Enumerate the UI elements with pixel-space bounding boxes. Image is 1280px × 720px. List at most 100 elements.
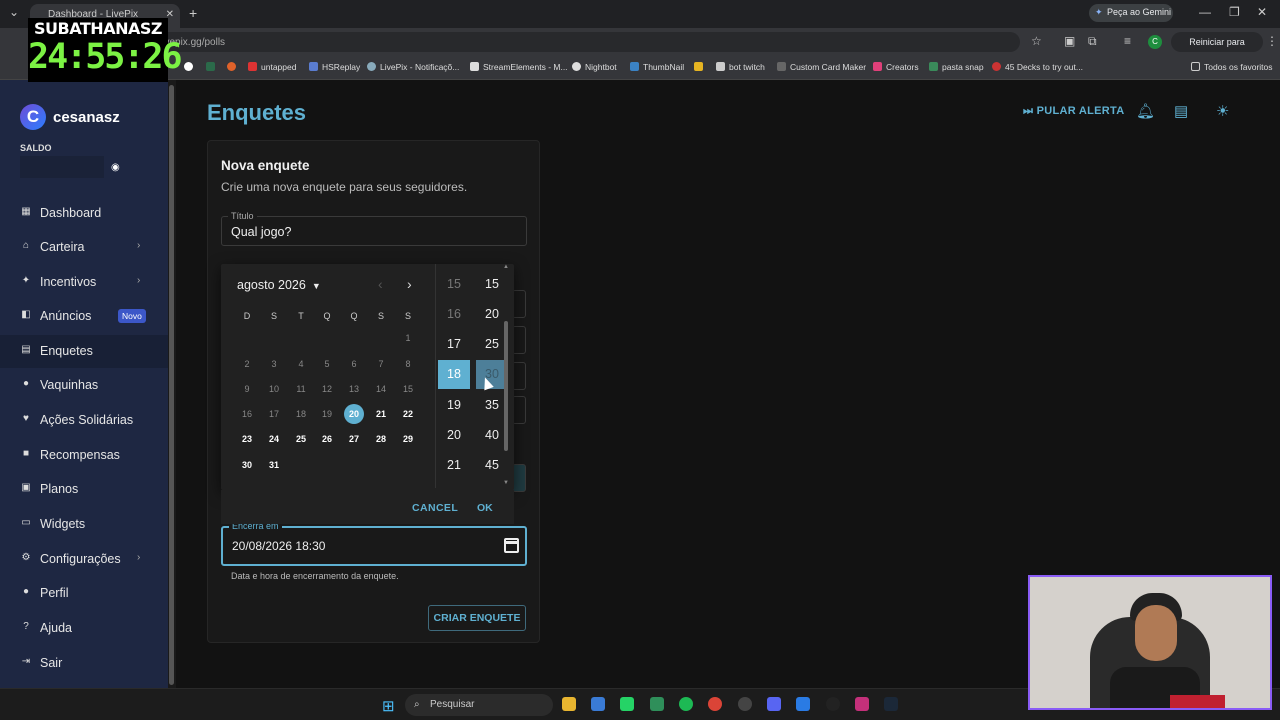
bookmark-creators[interactable]: Creators	[873, 62, 919, 72]
end-date-field[interactable]: Encerra em 20/08/2026 18:30	[221, 521, 527, 566]
sidebar-item-configuracoes[interactable]: ⚙ Configurações ›	[0, 543, 168, 576]
eye-icon[interactable]: ◉	[111, 162, 120, 173]
maximize-icon[interactable]: ❐	[1229, 5, 1240, 19]
calendar-day[interactable]: 31	[264, 455, 284, 475]
calendar-day[interactable]: 11	[291, 379, 311, 399]
calendar-day[interactable]: 10	[264, 379, 284, 399]
extension-icon[interactable]: ▣	[1064, 34, 1075, 48]
calendar-day[interactable]: 3	[264, 354, 284, 374]
calendar-day[interactable]: 19	[317, 404, 337, 424]
app-icon[interactable]	[591, 697, 605, 711]
all-bookmarks-folder[interactable]: Todos os favoritos	[1191, 62, 1273, 72]
skip-alert-button[interactable]: ⏭ PULAR ALERTA	[1023, 105, 1125, 118]
puzzle-icon[interactable]: ⧉	[1088, 34, 1097, 49]
sidebar-item-perfil[interactable]: ● Perfil	[0, 577, 168, 610]
calendar-day[interactable]: 22	[398, 404, 418, 424]
bookmark-icon-only-4[interactable]	[694, 62, 707, 72]
bookmark-bot-twitch[interactable]: bot twitch	[716, 62, 765, 72]
calendar-day[interactable]: 25	[291, 429, 311, 449]
taskbar-search[interactable]: ⌕ Pesquisar	[405, 694, 553, 716]
calendar-day[interactable]: 8	[398, 354, 418, 374]
windows-start-icon[interactable]: ⊞	[382, 697, 395, 715]
bookmark-pasta-snap[interactable]: pasta snap	[929, 62, 984, 72]
hour-option[interactable]: 16	[438, 300, 470, 329]
calendar-day-selected[interactable]: 20	[344, 404, 364, 424]
minimize-icon[interactable]: —	[1199, 5, 1211, 19]
hour-option[interactable]: 15	[438, 270, 470, 299]
discord-icon[interactable]	[767, 697, 781, 711]
calendar-day[interactable]: 26	[317, 429, 337, 449]
bookmark-icon-only[interactable]	[184, 62, 197, 72]
sidebar-item-widgets[interactable]: ▭ Widgets	[0, 508, 168, 541]
calendar-day[interactable]: 15	[398, 379, 418, 399]
create-poll-button[interactable]: CRIAR ENQUETE	[428, 605, 526, 631]
bookmark-thumbnail[interactable]: ThumbNail	[630, 62, 684, 72]
sidebar-item-vaquinhas[interactable]: ● Vaquinhas	[0, 369, 168, 402]
month-selector[interactable]: agosto 2026 ▼	[237, 278, 321, 292]
sidebar-item-anuncios[interactable]: ◧ Anúncios Novo	[0, 300, 168, 333]
media-icon[interactable]: ≡	[1124, 34, 1131, 48]
time-scrollbar[interactable]: ▲ ▼	[503, 264, 509, 488]
app-icon-4[interactable]	[855, 697, 869, 711]
sidebar-item-incentivos[interactable]: ✦ Incentivos ›	[0, 266, 168, 299]
calendar-day[interactable]: 18	[291, 404, 311, 424]
calendar-day[interactable]: 28	[371, 429, 391, 449]
calendar-day[interactable]: 6	[344, 354, 364, 374]
calendar-day[interactable]: 13	[344, 379, 364, 399]
sidebar-item-acoes-solidarias[interactable]: ♥ Ações Solidárias	[0, 404, 168, 437]
calendar-day[interactable]: 2	[237, 354, 257, 374]
layout-icon[interactable]: ▤	[1174, 102, 1188, 120]
sidebar-item-carteira[interactable]: ⌂ Carteira ›	[0, 231, 168, 264]
chrome-icon[interactable]	[708, 697, 722, 711]
bell-icon[interactable]: 🔔︎	[1136, 102, 1155, 120]
sidebar-scrollbar[interactable]	[168, 80, 176, 688]
hour-option-selected[interactable]: 18	[438, 360, 470, 389]
bookmark-custom-card-maker[interactable]: Custom Card Maker	[777, 62, 866, 72]
hour-option[interactable]: 21	[438, 451, 470, 480]
calendar-day[interactable]: 24	[264, 429, 284, 449]
obs-icon[interactable]	[738, 697, 752, 711]
profile-avatar[interactable]: C	[1148, 35, 1162, 49]
scrollbar-thumb[interactable]	[504, 321, 508, 451]
calendar-day[interactable]: 21	[371, 404, 391, 424]
calendar-day[interactable]: 23	[237, 429, 257, 449]
url-field[interactable]: livepix.gg/polls	[150, 32, 1020, 52]
bookmark-45-decks[interactable]: 45 Decks to try out...	[992, 62, 1083, 72]
bookmark-streamelements[interactable]: StreamElements - M...	[470, 62, 568, 72]
sun-icon[interactable]: ☀	[1216, 102, 1229, 120]
tab-list-icon[interactable]: ⌄	[9, 5, 19, 19]
calendar-day[interactable]: 27	[344, 429, 364, 449]
sidebar-item-recompensas[interactable]: ■ Recompensas	[0, 439, 168, 472]
file-explorer-icon[interactable]	[562, 697, 576, 711]
calendar-day[interactable]: 29	[398, 429, 418, 449]
xbox-icon[interactable]	[650, 697, 664, 711]
next-month-icon[interactable]: ›	[407, 276, 412, 292]
calendar-day[interactable]: 5	[317, 354, 337, 374]
sidebar-item-sair[interactable]: ⇥ Sair	[0, 647, 168, 680]
calendar-day[interactable]: 4	[291, 354, 311, 374]
calendar-day[interactable]: 12	[317, 379, 337, 399]
sidebar-item-enquetes[interactable]: ▤ Enquetes	[0, 335, 168, 368]
bookmark-icon-only-2[interactable]	[206, 62, 219, 72]
calendar-day[interactable]: 16	[237, 404, 257, 424]
sidebar-item-ajuda[interactable]: ? Ajuda	[0, 612, 168, 645]
calendar-day[interactable]: 9	[237, 379, 257, 399]
whatsapp-icon[interactable]	[620, 697, 634, 711]
bookmark-hsreplay[interactable]: HSReplay	[309, 62, 360, 72]
bookmark-icon-only-3[interactable]	[227, 62, 240, 72]
restart-update-button[interactable]: Reiniciar para atualizar	[1171, 32, 1263, 67]
calendar-day[interactable]: 7	[371, 354, 391, 374]
scrollbar-thumb[interactable]	[169, 85, 174, 685]
calendar-icon[interactable]	[504, 538, 519, 553]
calendar-day[interactable]: 14	[371, 379, 391, 399]
sidebar-item-dashboard[interactable]: ▦ Dashboard	[0, 197, 168, 230]
spotify-icon[interactable]	[679, 697, 693, 711]
hour-option[interactable]: 19	[438, 391, 470, 420]
browser-menu-icon[interactable]: ⋮	[1266, 34, 1278, 48]
ok-button[interactable]: OK	[477, 502, 493, 514]
scroll-down-icon[interactable]: ▼	[503, 480, 509, 486]
bookmark-livepix[interactable]: LivePix - Notificaçõ...	[367, 62, 459, 72]
calendar-day[interactable]: 1	[398, 328, 418, 348]
scroll-up-icon[interactable]: ▲	[503, 264, 509, 270]
previous-month-icon[interactable]: ‹	[378, 276, 383, 292]
